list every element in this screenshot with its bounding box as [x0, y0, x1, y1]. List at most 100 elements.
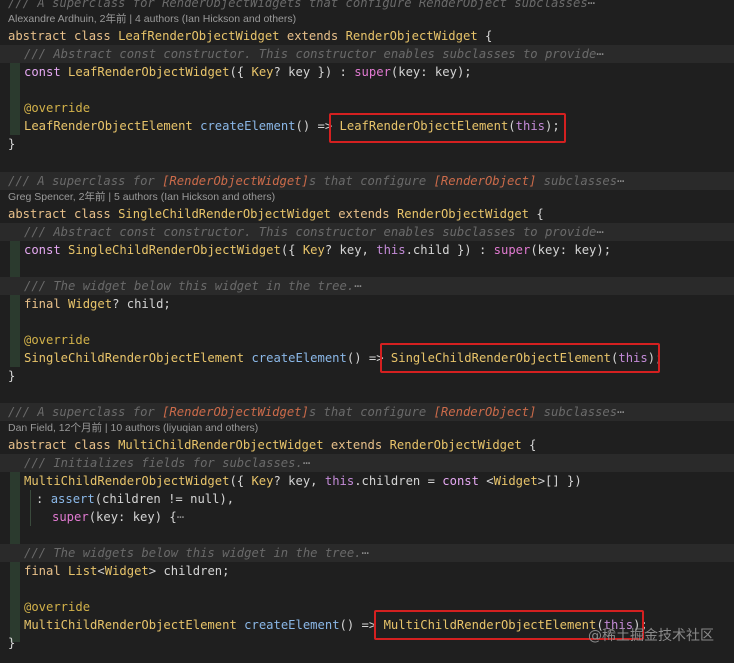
indent-guide — [30, 490, 31, 526]
fold-ellipsis-icon[interactable]: ⋯ — [362, 546, 369, 560]
constructor-line: const SingleChildRenderObjectWidget({ Ke… — [24, 241, 734, 259]
close-brace: } — [8, 636, 16, 650]
super-args: (key: key); — [530, 243, 612, 257]
fold-ellipsis-icon[interactable]: ⋯ — [354, 279, 361, 293]
close-brace: } — [8, 369, 16, 383]
git-blame-annotation[interactable]: Greg Spencer, 2年前 | 5 authors (Ian Hicks… — [8, 189, 275, 205]
watermark: @稀土掘金技术社区 — [588, 628, 714, 644]
generic-open: < — [97, 564, 105, 578]
doc-reference[interactable]: [RenderObjectWidget] — [162, 174, 309, 188]
keyword-abstract: abstract — [8, 438, 67, 452]
initializer-assert-line: : assert(children != null), — [36, 490, 734, 508]
ctor-name: LeafRenderObjectWidget — [68, 65, 230, 79]
override-annotation: @override — [24, 333, 91, 347]
return-type: LeafRenderObjectElement — [24, 119, 193, 133]
type-key: Key — [302, 243, 325, 257]
ctor-field: .children = — [354, 474, 443, 488]
type-widget: Widget — [104, 564, 149, 578]
ctor-params-open: ({ — [280, 243, 303, 257]
field-doc-text: /// The widgets below this widget in the… — [24, 546, 362, 560]
keyword-final: final — [24, 297, 61, 311]
ctor-doc-line: /// Abstract const constructor. This con… — [24, 45, 734, 63]
doc-comment-text: /// A superclass for — [8, 405, 163, 419]
parent-class-name: RenderObjectWidget — [345, 29, 478, 43]
field-type: Widget — [68, 297, 113, 311]
ctor-doc-text: /// Abstract const constructor. This con… — [24, 225, 597, 239]
return-type: MultiChildRenderObjectElement — [24, 618, 237, 632]
class-name: SingleChildRenderObjectWidget — [118, 207, 331, 221]
ctor-field: .child }) : — [405, 243, 494, 257]
generic-close: >[] }) — [537, 474, 582, 488]
ctor-name: SingleChildRenderObjectWidget — [68, 243, 281, 257]
keyword-class: class — [74, 438, 111, 452]
git-blame-annotation[interactable]: Alexandre Ardhuin, 2年前 | 4 authors (Ian … — [8, 11, 296, 27]
class-declaration-line: abstract class LeafRenderObjectWidget ex… — [8, 27, 734, 45]
override-annotation: @override — [24, 101, 91, 115]
field-declaration-line: final Widget? child; — [24, 295, 734, 313]
fold-ellipsis-icon[interactable]: ⋯ — [596, 47, 603, 61]
keyword-extends: extends — [338, 207, 390, 221]
keyword-extends: extends — [286, 29, 339, 43]
field-declaration-line: final List<Widget> children; — [24, 562, 734, 580]
doc-comment-line: /// A superclass for [RenderObjectWidget… — [8, 172, 734, 190]
method-name: createElement — [251, 351, 347, 365]
ctor-doc-line: /// Initializes fields for subclasses.⋯ — [24, 454, 734, 472]
doc-reference[interactable]: [RenderObjectWidget] — [162, 405, 309, 419]
assert-args: (children != null), — [94, 492, 235, 506]
assert-call: assert — [50, 492, 95, 506]
constructor-line: const LeafRenderObjectWidget({ Key? key … — [24, 63, 734, 81]
keyword-super: super — [493, 243, 531, 257]
keyword-super: super — [354, 65, 391, 79]
type-widget: Widget — [493, 474, 538, 488]
git-blame-annotation[interactable]: Dan Field, 12个月前 | 10 authors (liyuqian … — [8, 420, 258, 436]
constructor-line: MultiChildRenderObjectWidget({ Key? key,… — [24, 472, 734, 490]
class-close-line: } — [8, 367, 734, 385]
keyword-this: this — [324, 474, 355, 488]
field-name: ? child; — [112, 297, 171, 311]
doc-comment-line: /// A superclass for [RenderObjectWidget… — [8, 403, 734, 421]
fold-ellipsis-icon[interactable]: ⋯ — [617, 405, 624, 419]
fold-ellipsis-icon[interactable]: ⋯ — [177, 510, 184, 524]
method-name: createElement — [200, 119, 296, 133]
field-type: List — [68, 564, 98, 578]
super-args: (key: key) { — [88, 510, 177, 524]
code-editor[interactable]: /// A superclass for RenderObjectWidget s… — [0, 0, 734, 663]
keyword-const: const — [24, 65, 61, 79]
ctor-params-rest: ? key, — [273, 474, 325, 488]
ctor-name: MultiChildRenderObjectWidget — [24, 474, 230, 488]
type-key: Key — [251, 65, 274, 79]
fold-ellipsis-icon[interactable]: ⋯ — [588, 0, 595, 10]
class-name: MultiChildRenderObjectWidget — [118, 438, 324, 452]
ctor-doc-text: /// Initializes fields for subclasses. — [24, 456, 303, 470]
field-doc-line: /// The widgets below this widget in the… — [24, 544, 734, 562]
doc-reference[interactable]: [RenderObject] — [434, 174, 537, 188]
class-declaration-line: abstract class MultiChildRenderObjectWid… — [8, 436, 734, 454]
keyword-abstract: abstract — [8, 29, 67, 43]
indent-guide-gutter — [10, 223, 20, 367]
ctor-doc-text: /// Abstract const constructor. This con… — [24, 47, 597, 61]
fold-ellipsis-icon[interactable]: ⋯ — [617, 174, 624, 188]
class-declaration-line: abstract class SingleChildRenderObjectWi… — [8, 205, 734, 223]
fold-ellipsis-icon[interactable]: ⋯ — [303, 456, 310, 470]
ctor-params-rest: ? key }) : — [273, 65, 355, 79]
ctor-params-open: ({ — [229, 474, 252, 488]
class-name: LeafRenderObjectWidget — [118, 29, 280, 43]
doc-comment-text: s that configure — [308, 405, 434, 419]
keyword-class: class — [74, 207, 111, 221]
return-type: SingleChildRenderObjectElement — [24, 351, 245, 365]
close-brace: } — [8, 137, 16, 151]
ctor-params-open: ({ — [229, 65, 252, 79]
keyword-class: class — [74, 29, 111, 43]
fold-ellipsis-icon[interactable]: ⋯ — [596, 225, 603, 239]
parent-class-name: RenderObjectWidget — [396, 207, 530, 221]
keyword-this: this — [376, 243, 406, 257]
open-brace: { — [477, 29, 493, 43]
doc-comment-text: /// A superclass for RenderObjectWidgets… — [8, 0, 588, 10]
open-brace: { — [521, 438, 537, 452]
doc-comment-text: s that configure — [308, 174, 434, 188]
doc-comment-text: subclasses — [536, 405, 618, 419]
keyword-abstract: abstract — [8, 207, 67, 221]
initializer-super-line: super(key: key) {⋯ — [52, 508, 734, 526]
keyword-const: const — [442, 474, 479, 488]
doc-reference[interactable]: [RenderObject] — [434, 405, 537, 419]
